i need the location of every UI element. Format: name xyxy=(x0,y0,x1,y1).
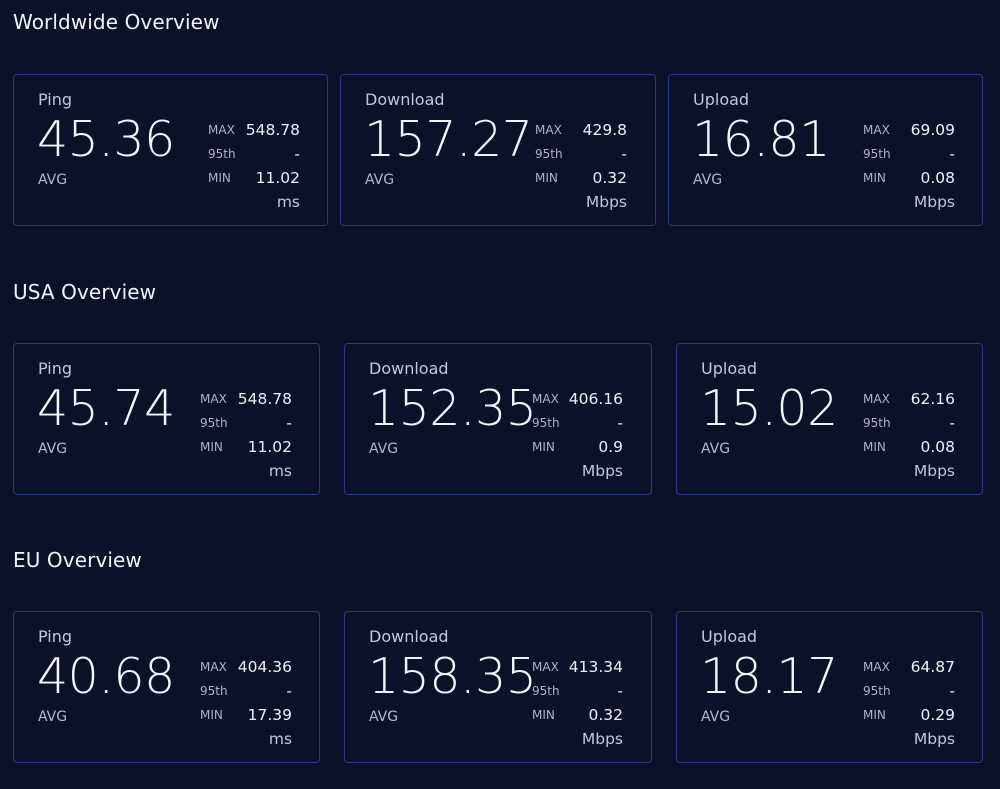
unit-label: Mbps xyxy=(585,193,627,211)
avg-label: AVG xyxy=(369,709,399,725)
unit-label: Mbps xyxy=(913,193,955,211)
p95-value: - xyxy=(949,682,955,700)
card-label: Ping xyxy=(38,359,73,378)
unit-label: Mbps xyxy=(913,730,955,748)
card-label: Ping xyxy=(38,90,73,109)
section-title: Worldwide Overview xyxy=(13,10,220,34)
avg-label: AVG xyxy=(38,441,68,457)
p95-value: - xyxy=(286,682,292,700)
max-value: 64.87 xyxy=(910,658,955,676)
ping-card: Ping 40.68 AVG MAX 404.36 95th - MIN 17.… xyxy=(13,611,320,763)
card-label: Upload xyxy=(693,90,750,109)
p95-value: - xyxy=(617,414,623,432)
card-label: Download xyxy=(365,90,445,109)
upload-card: Upload 16.81 AVG MAX 69.09 95th - MIN 0.… xyxy=(668,74,983,226)
max-value: 429.8 xyxy=(582,121,627,139)
min-value: 0.08 xyxy=(920,438,955,456)
avg-value: 40.68 xyxy=(37,648,175,705)
avg-label: AVG xyxy=(693,172,723,188)
avg-label: AVG xyxy=(701,441,731,457)
ping-card: Ping 45.36 AVG MAX 548.78 95th - MIN 11.… xyxy=(13,74,328,226)
min-value: 11.02 xyxy=(247,438,292,456)
avg-label: AVG xyxy=(701,709,731,725)
max-value: 62.16 xyxy=(910,390,955,408)
avg-value: 157.27 xyxy=(364,111,533,168)
avg-label: AVG xyxy=(365,172,395,188)
avg-value: 45.74 xyxy=(37,380,175,437)
unit-label: Mbps xyxy=(913,462,955,480)
min-value: 0.32 xyxy=(588,706,623,724)
unit-label: ms xyxy=(268,462,292,480)
upload-card: Upload 15.02 AVG MAX 62.16 95th - MIN 0.… xyxy=(676,343,983,495)
max-value: 69.09 xyxy=(910,121,955,139)
p95-value: - xyxy=(286,414,292,432)
avg-label: AVG xyxy=(369,441,399,457)
unit-label: ms xyxy=(268,730,292,748)
unit-label: Mbps xyxy=(581,730,623,748)
min-value: 17.39 xyxy=(247,706,292,724)
unit-label: Mbps xyxy=(581,462,623,480)
unit-label: ms xyxy=(276,193,300,211)
min-value: 0.08 xyxy=(920,169,955,187)
p95-value: - xyxy=(294,145,300,163)
avg-value: 18.17 xyxy=(700,648,838,705)
card-label: Ping xyxy=(38,627,73,646)
p95-value: - xyxy=(621,145,627,163)
avg-value: 45.36 xyxy=(37,111,175,168)
max-value: 548.78 xyxy=(237,390,292,408)
card-label: Download xyxy=(369,359,449,378)
download-card: Download 158.35 AVG MAX 413.34 95th - MI… xyxy=(344,611,652,763)
p95-value: - xyxy=(617,682,623,700)
card-label: Download xyxy=(369,627,449,646)
avg-label: AVG xyxy=(38,709,68,725)
avg-value: 15.02 xyxy=(700,380,838,437)
max-value: 413.34 xyxy=(568,658,623,676)
p95-value: - xyxy=(949,414,955,432)
p95-value: - xyxy=(949,145,955,163)
avg-value: 158.35 xyxy=(368,648,537,705)
upload-card: Upload 18.17 AVG MAX 64.87 95th - MIN 0.… xyxy=(676,611,983,763)
max-value: 404.36 xyxy=(237,658,292,676)
download-card: Download 157.27 AVG MAX 429.8 95th - MIN… xyxy=(340,74,656,226)
avg-value: 16.81 xyxy=(692,111,830,168)
card-label: Upload xyxy=(701,627,758,646)
download-card: Download 152.35 AVG MAX 406.16 95th - MI… xyxy=(344,343,652,495)
min-value: 0.32 xyxy=(592,169,627,187)
ping-card: Ping 45.74 AVG MAX 548.78 95th - MIN 11.… xyxy=(13,343,320,495)
avg-label: AVG xyxy=(38,172,68,188)
min-value: 11.02 xyxy=(255,169,300,187)
section-title: USA Overview xyxy=(13,280,157,304)
min-value: 0.29 xyxy=(920,706,955,724)
max-value: 548.78 xyxy=(245,121,300,139)
max-value: 406.16 xyxy=(568,390,623,408)
card-label: Upload xyxy=(701,359,758,378)
min-value: 0.9 xyxy=(598,438,623,456)
avg-value: 152.35 xyxy=(368,380,537,437)
section-title: EU Overview xyxy=(13,548,142,572)
